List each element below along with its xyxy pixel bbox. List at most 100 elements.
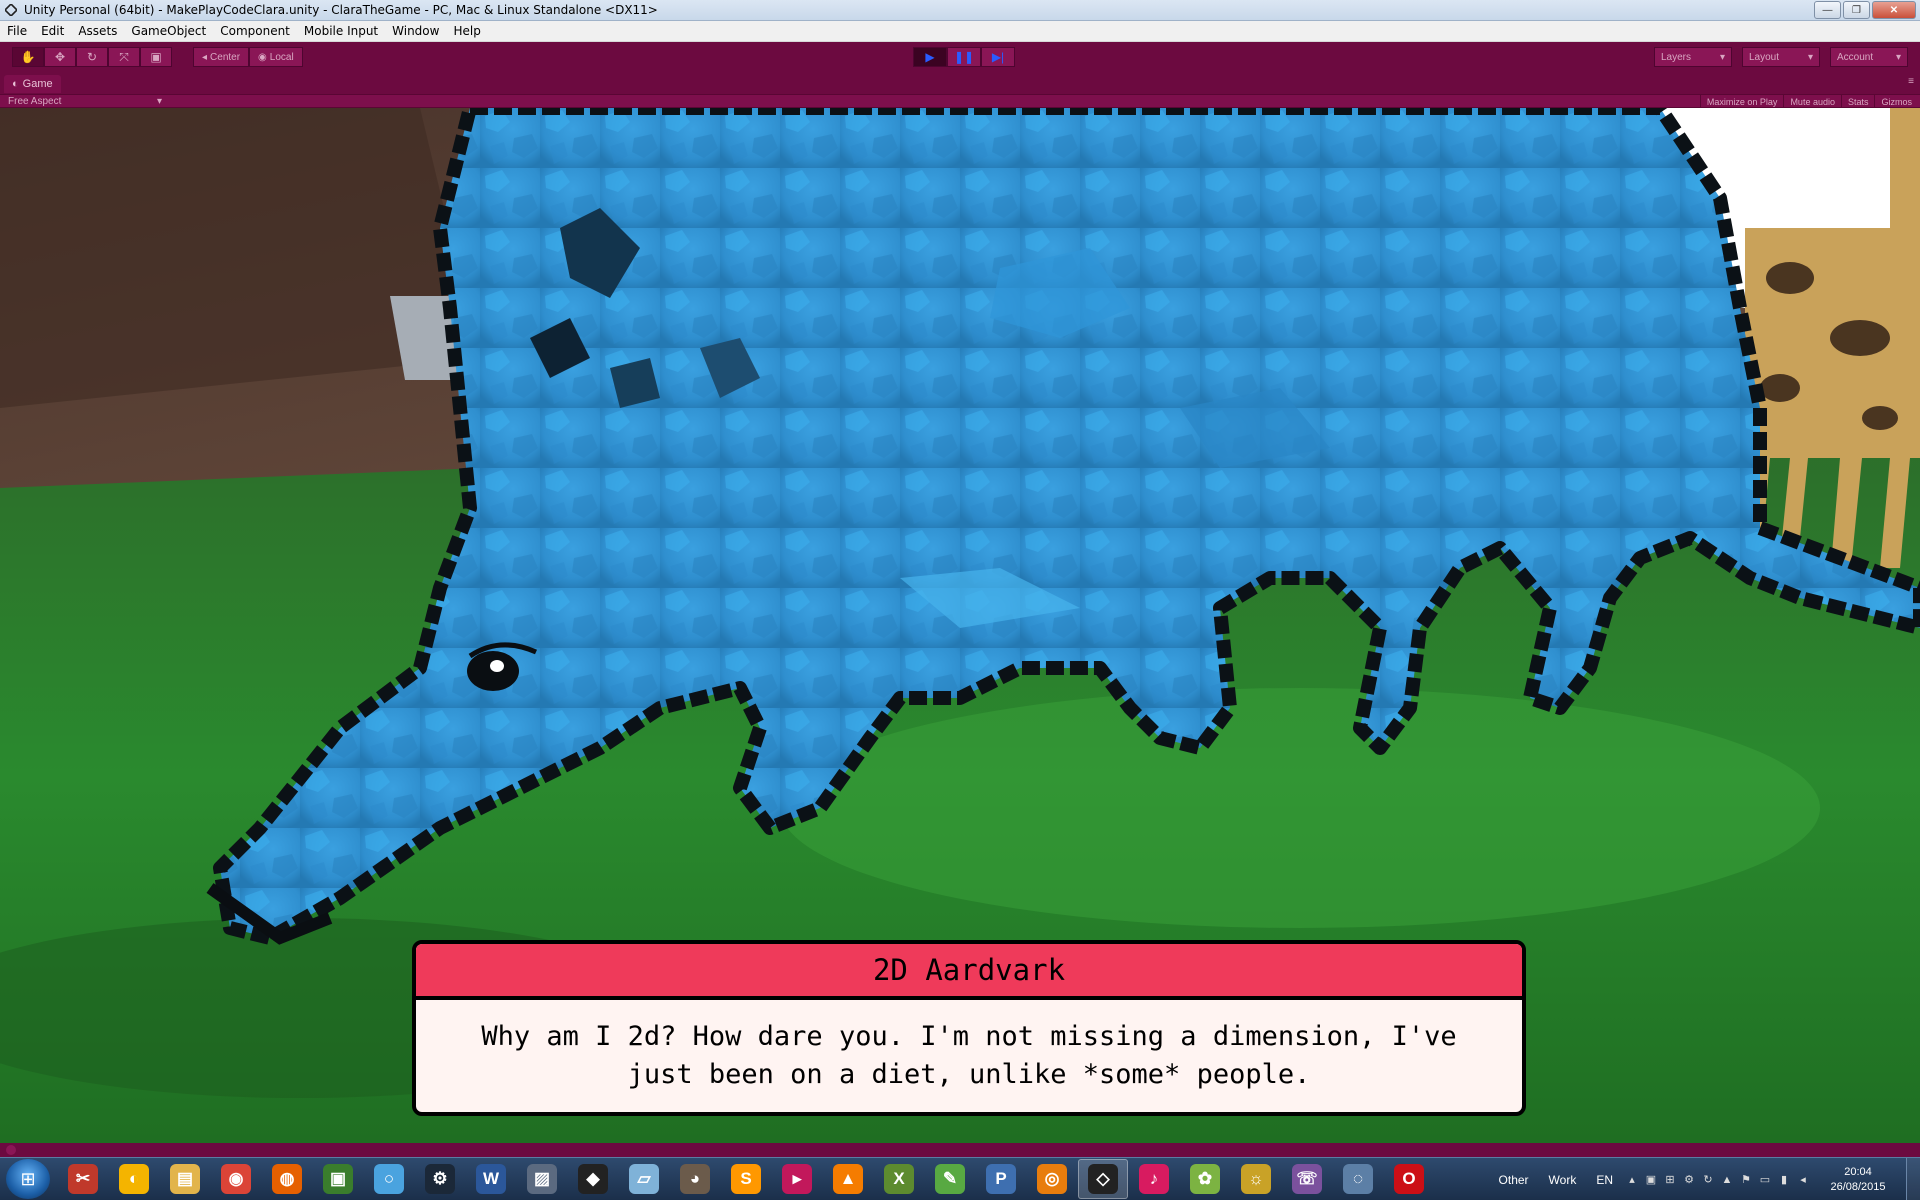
space-label: Local <box>269 51 294 63</box>
gizmos-toggle[interactable]: Gizmos <box>1874 95 1918 108</box>
minimize-button[interactable]: — <box>1814 1 1841 19</box>
hand-tool-button[interactable]: ✋ <box>12 47 44 67</box>
window-title: Unity Personal (64bit) - MakePlayCodeCla… <box>24 3 658 17</box>
game-viewport[interactable]: 2D Aardvark Why am I 2d? How dare you. I… <box>0 108 1920 1143</box>
taskbar-app-button[interactable]: ▲ <box>823 1159 873 1199</box>
taskbar-app-button[interactable]: ◆ <box>568 1159 618 1199</box>
toolbar-right: Layers ▾ Layout ▾ Account ▾ <box>1654 47 1908 67</box>
taskbar-app-button[interactable]: S <box>721 1159 771 1199</box>
taskbar-app-button[interactable]: ◇ <box>1078 1159 1128 1199</box>
game-icon: ◐ <box>12 78 19 90</box>
pivot-label: Center <box>210 51 241 63</box>
tray-flag-icon[interactable]: ⚑ <box>1739 1173 1753 1187</box>
windows-taskbar: ⊞ ✂ ◐ ▤ ◉ ◍ ▣ ○ ⚙ W ▨ ◆ ▱ ◕ S ▸ ▲ X ✎ P ◎ ◇ ♪ ✿ ☼ ☏ ◌ O Other Work… <box>0 1157 1920 1200</box>
window-titlebar[interactable]: Unity Personal (64bit) - MakePlayCodeCla… <box>0 0 1920 21</box>
windows-logo-icon: ⊞ <box>20 1168 36 1189</box>
taskbar-app-button[interactable]: ☼ <box>1231 1159 1281 1199</box>
taskbar-app-button[interactable]: ○ <box>364 1159 414 1199</box>
taskbar-app-button[interactable]: ▨ <box>517 1159 567 1199</box>
gimp-icon: ◕ <box>680 1164 710 1194</box>
account-label: Account <box>1837 51 1874 63</box>
play-button[interactable]: ▶ <box>913 47 947 67</box>
taskbar-app-button[interactable]: ▤ <box>160 1159 210 1199</box>
menu-edit[interactable]: Edit <box>34 24 71 38</box>
menu-file[interactable]: File <box>0 24 34 38</box>
taskbar-app-button[interactable]: ◌ <box>1333 1159 1383 1199</box>
taskbar-app-button[interactable]: ☏ <box>1282 1159 1332 1199</box>
tab-game[interactable]: ◐ Game <box>4 75 61 93</box>
taskbar-app-button[interactable]: ◐ <box>109 1159 159 1199</box>
chevron-down-icon: ▾ <box>1719 51 1725 63</box>
tab-menu-icon[interactable]: ≡ <box>1908 76 1914 87</box>
taskbar-app-button[interactable]: ◉ <box>211 1159 261 1199</box>
toolbar-other[interactable]: Other <box>1499 1173 1529 1187</box>
taskbar-app-button[interactable]: X <box>874 1159 924 1199</box>
menu-bar: File Edit Assets GameObject Component Mo… <box>0 21 1920 42</box>
menu-component[interactable]: Component <box>213 24 297 38</box>
taskbar-app-button[interactable]: ▸ <box>772 1159 822 1199</box>
taskbar-app-button[interactable]: ◕ <box>670 1159 720 1199</box>
layers-dropdown[interactable]: Layers ▾ <box>1654 47 1732 67</box>
pivot-controls: ◂ Center ◉ Local <box>193 47 303 67</box>
aardvark-eye <box>467 651 519 691</box>
taskbar-app-button[interactable]: W <box>466 1159 516 1199</box>
taskbar-app-button[interactable]: ✎ <box>925 1159 975 1199</box>
restore-button[interactable]: ❐ <box>1843 1 1870 19</box>
close-button[interactable]: ✕ <box>1872 1 1916 19</box>
taskbar-app-button[interactable]: O <box>1384 1159 1434 1199</box>
menu-window[interactable]: Window <box>385 24 446 38</box>
menu-mobile-input[interactable]: Mobile Input <box>297 24 385 38</box>
maximize-on-play-toggle[interactable]: Maximize on Play <box>1699 95 1784 108</box>
taskbar-app-button[interactable]: ◍ <box>262 1159 312 1199</box>
layout-dropdown[interactable]: Layout ▾ <box>1742 47 1820 67</box>
blender-icon: ◎ <box>1037 1164 1067 1194</box>
language-indicator[interactable]: EN <box>1596 1173 1613 1187</box>
playback-controls: ▶ ❚❚ ▶| <box>913 47 1015 67</box>
taskbar-app-button[interactable]: ▣ <box>313 1159 363 1199</box>
menu-assets[interactable]: Assets <box>71 24 124 38</box>
tray-battery-icon[interactable]: ▮ <box>1777 1173 1791 1187</box>
rotate-tool-button[interactable]: ↻ <box>76 47 108 67</box>
step-button[interactable]: ▶| <box>981 47 1015 67</box>
pause-button[interactable]: ❚❚ <box>947 47 981 67</box>
stats-toggle[interactable]: Stats <box>1840 95 1875 108</box>
tray-windows-icon[interactable]: ⊞ <box>1663 1173 1677 1187</box>
taskbar-app-button[interactable]: ▱ <box>619 1159 669 1199</box>
media-icon: ▸ <box>782 1164 812 1194</box>
start-button[interactable]: ⊞ <box>6 1159 50 1199</box>
taskbar-app-button[interactable]: ♪ <box>1129 1159 1179 1199</box>
console-status-icon[interactable] <box>6 1145 16 1155</box>
taskbar-app-button[interactable]: P <box>976 1159 1026 1199</box>
pivot-local-button[interactable]: ◉ Local <box>249 47 303 67</box>
tray-sync-icon[interactable]: ↻ <box>1701 1173 1715 1187</box>
taskbar-app-button[interactable]: ✿ <box>1180 1159 1230 1199</box>
pdf-icon: P <box>986 1164 1016 1194</box>
menu-gameobject[interactable]: GameObject <box>124 24 213 38</box>
tray-display-icon[interactable]: ▭ <box>1758 1173 1772 1187</box>
vlc-icon: ▲ <box>833 1164 863 1194</box>
tray-expand-icon[interactable]: ▴ <box>1625 1173 1639 1187</box>
show-desktop-button[interactable] <box>1906 1158 1920 1200</box>
dialog-box[interactable]: 2D Aardvark Why am I 2d? How dare you. I… <box>412 940 1526 1116</box>
menu-help[interactable]: Help <box>446 24 487 38</box>
aspect-dropdown[interactable]: Free Aspect ▾ <box>8 95 168 108</box>
game-toggles: Maximize on Play Mute audio Stats Gizmos <box>1699 95 1918 108</box>
rect-tool-button[interactable]: ▣ <box>140 47 172 67</box>
picasa-icon: ✿ <box>1190 1164 1220 1194</box>
evernote-icon: ✎ <box>935 1164 965 1194</box>
tray-settings-icon[interactable]: ⚙ <box>1682 1173 1696 1187</box>
tray-drive-icon[interactable]: ▲ <box>1720 1173 1734 1187</box>
pivot-center-button[interactable]: ◂ Center <box>193 47 250 67</box>
account-dropdown[interactable]: Account ▾ <box>1830 47 1908 67</box>
photo-icon: ▨ <box>527 1164 557 1194</box>
scale-tool-button[interactable]: ⤧ <box>108 47 140 67</box>
tray-volume-icon[interactable]: ◂ <box>1796 1173 1810 1187</box>
taskbar-app-button[interactable]: ◎ <box>1027 1159 1077 1199</box>
move-tool-button[interactable]: ✥ <box>44 47 76 67</box>
mute-audio-toggle[interactable]: Mute audio <box>1783 95 1841 108</box>
system-clock[interactable]: 20:04 26/08/2015 <box>1820 1165 1896 1195</box>
toolbar-work[interactable]: Work <box>1549 1173 1577 1187</box>
tray-app-icon[interactable]: ▣ <box>1644 1173 1658 1187</box>
taskbar-app-button[interactable]: ⚙ <box>415 1159 465 1199</box>
taskbar-app-button[interactable]: ✂ <box>58 1159 108 1199</box>
